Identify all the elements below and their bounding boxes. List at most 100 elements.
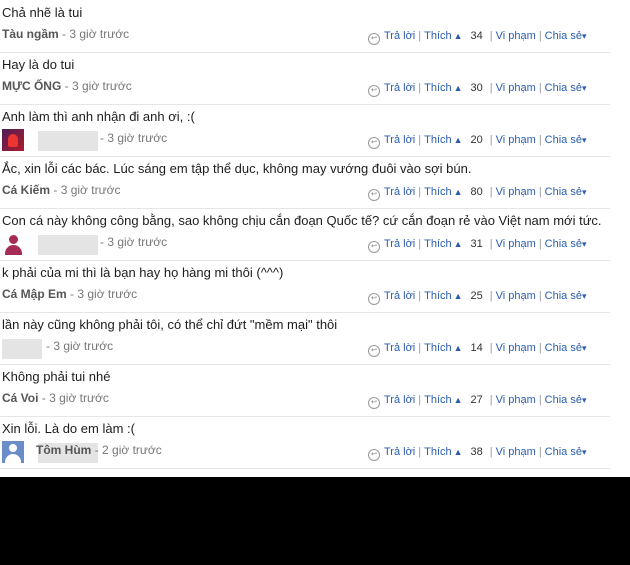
- comment-actions: ↩ Trả lời | Thích ▲ 30 | Vi phạm | Chia sẻ▾: [368, 82, 587, 97]
- share-button[interactable]: Chia sẻ: [545, 342, 582, 354]
- like-count: 27: [470, 394, 483, 406]
- timestamp: - 3 giờ trước: [41, 391, 109, 405]
- report-button[interactable]: Vi phạm: [496, 134, 536, 146]
- comment-actions: ↩ Trả lời | Thích ▲ 25 | Vi phạm | Chia sẻ▾: [368, 290, 587, 305]
- reply-button[interactable]: Trả lời: [384, 238, 415, 250]
- chevron-down-icon[interactable]: ▾: [582, 83, 587, 93]
- like-icon: ▲: [453, 447, 463, 457]
- like-icon: ▲: [453, 291, 463, 301]
- separator: |: [538, 134, 542, 146]
- separator: |: [418, 394, 422, 406]
- like-button[interactable]: Thích: [424, 290, 452, 302]
- comment-actions: ↩ Trả lời | Thích ▲ 20 | Vi phạm | Chia sẻ▾: [368, 134, 587, 149]
- reply-icon: ↩: [368, 449, 380, 461]
- reply-icon: ↩: [368, 241, 380, 253]
- chevron-down-icon[interactable]: ▾: [582, 343, 587, 353]
- separator: |: [418, 186, 422, 198]
- scrollbar-track[interactable]: [612, 0, 630, 477]
- report-button[interactable]: Vi phạm: [496, 186, 536, 198]
- author-name[interactable]: Tàu ngầm: [2, 27, 59, 41]
- share-button[interactable]: Chia sẻ: [545, 82, 582, 94]
- comment-text: k phải của mi thì là bạn hay họ hàng mi …: [2, 265, 284, 280]
- share-button[interactable]: Chia sẻ: [545, 238, 582, 250]
- reply-button[interactable]: Trả lời: [384, 290, 415, 302]
- avatar: [2, 233, 24, 255]
- author-name[interactable]: MỰC ỐNG: [2, 79, 61, 93]
- share-button[interactable]: Chia sẻ: [545, 394, 582, 406]
- timestamp: - 3 giờ trước: [62, 27, 130, 41]
- comment-item: Con cá này không công bằng, sao không ch…: [0, 208, 610, 261]
- comment-actions: ↩ Trả lời | Thích ▲ 80 | Vi phạm | Chia sẻ▾: [368, 186, 587, 201]
- like-button[interactable]: Thích: [424, 342, 452, 354]
- comment-item: Không phải tui nhé Cá Voi - 3 giờ trước ↩ T…: [0, 364, 610, 417]
- report-button[interactable]: Vi phạm: [496, 238, 536, 250]
- report-button[interactable]: Vi phạm: [496, 342, 536, 354]
- comment-text: Con cá này không công bằng, sao không ch…: [2, 213, 602, 228]
- separator: |: [538, 394, 542, 406]
- separator: |: [489, 394, 493, 406]
- reply-button[interactable]: Trả lời: [384, 30, 415, 42]
- separator: |: [418, 446, 422, 458]
- comment-item: k phải của mi thì là bạn hay họ hàng mi …: [0, 260, 610, 313]
- reply-button[interactable]: Trả lời: [384, 134, 415, 146]
- separator: |: [489, 342, 493, 354]
- report-button[interactable]: Vi phạm: [496, 82, 536, 94]
- reply-button[interactable]: Trả lời: [384, 394, 415, 406]
- chevron-down-icon[interactable]: ▾: [582, 239, 587, 249]
- comment-text: Chả nhẽ là tui: [2, 5, 83, 20]
- report-button[interactable]: Vi phạm: [496, 446, 536, 458]
- share-button[interactable]: Chia sẻ: [545, 30, 582, 42]
- timestamp: - 3 giờ trước: [46, 339, 114, 353]
- comment-text: lần này cũng không phải tôi, có thể chỉ …: [2, 317, 338, 332]
- reply-button[interactable]: Trả lời: [384, 186, 415, 198]
- report-button[interactable]: Vi phạm: [496, 30, 536, 42]
- author-name[interactable]: Cá Mập Em: [2, 287, 67, 301]
- reply-button[interactable]: Trả lời: [384, 446, 415, 458]
- chevron-down-icon[interactable]: ▾: [582, 135, 587, 145]
- comment-item: Anh làm thì anh nhận đi anh ơi, :(- 3 gi…: [0, 104, 610, 157]
- chevron-down-icon[interactable]: ▾: [582, 291, 587, 301]
- timestamp: - 2 giờ trước: [94, 443, 162, 457]
- like-button[interactable]: Thích: [424, 394, 452, 406]
- report-button[interactable]: Vi phạm: [496, 394, 536, 406]
- chevron-down-icon[interactable]: ▾: [582, 187, 587, 197]
- reply-button[interactable]: Trả lời: [384, 82, 415, 94]
- author-name[interactable]: Tôm Hùm: [36, 443, 91, 457]
- like-button[interactable]: Thích: [424, 30, 452, 42]
- like-button[interactable]: Thích: [424, 446, 452, 458]
- comment-actions: ↩ Trả lời | Thích ▲ 34 | Vi phạm | Chia sẻ▾: [368, 30, 587, 45]
- share-button[interactable]: Chia sẻ: [545, 290, 582, 302]
- like-count: 80: [470, 186, 483, 198]
- report-button[interactable]: Vi phạm: [496, 290, 536, 302]
- chevron-down-icon[interactable]: ▾: [582, 447, 587, 457]
- separator: |: [418, 238, 422, 250]
- redacted-name: [2, 339, 42, 359]
- separator: |: [418, 290, 422, 302]
- chevron-down-icon[interactable]: ▾: [582, 31, 587, 41]
- like-button[interactable]: Thích: [424, 238, 452, 250]
- share-button[interactable]: Chia sẻ: [545, 186, 582, 198]
- separator: |: [489, 238, 493, 250]
- comment-list: Chả nhẽ là tui Tàu ngầm - 3 giờ trước ↩ Trả…: [0, 0, 612, 477]
- reply-icon: ↩: [368, 293, 380, 305]
- like-icon: ▲: [453, 187, 463, 197]
- avatar: [2, 129, 24, 151]
- reply-button[interactable]: Trả lời: [384, 342, 415, 354]
- comment-text: Hay là do tui: [2, 57, 75, 72]
- timestamp: - 3 giờ trước: [64, 79, 132, 93]
- chevron-down-icon[interactable]: ▾: [582, 395, 587, 405]
- like-button[interactable]: Thích: [424, 186, 452, 198]
- like-button[interactable]: Thích: [424, 134, 452, 146]
- avatar: [2, 441, 24, 463]
- share-button[interactable]: Chia sẻ: [545, 446, 582, 458]
- comment-text: Anh làm thì anh nhận đi anh ơi, :(: [2, 109, 195, 124]
- author-name[interactable]: Cá Kiếm: [2, 183, 50, 197]
- like-count: 30: [470, 82, 483, 94]
- reply-icon: ↩: [368, 397, 380, 409]
- share-button[interactable]: Chia sẻ: [545, 134, 582, 146]
- author-name[interactable]: Cá Voi: [2, 391, 38, 405]
- separator: |: [489, 30, 493, 42]
- comment-item: Hay là do tui MỰC ỐNG - 3 giờ trước ↩ Trả l…: [0, 52, 610, 105]
- like-button[interactable]: Thích: [424, 82, 452, 94]
- timestamp: - 3 giờ trước: [100, 235, 168, 249]
